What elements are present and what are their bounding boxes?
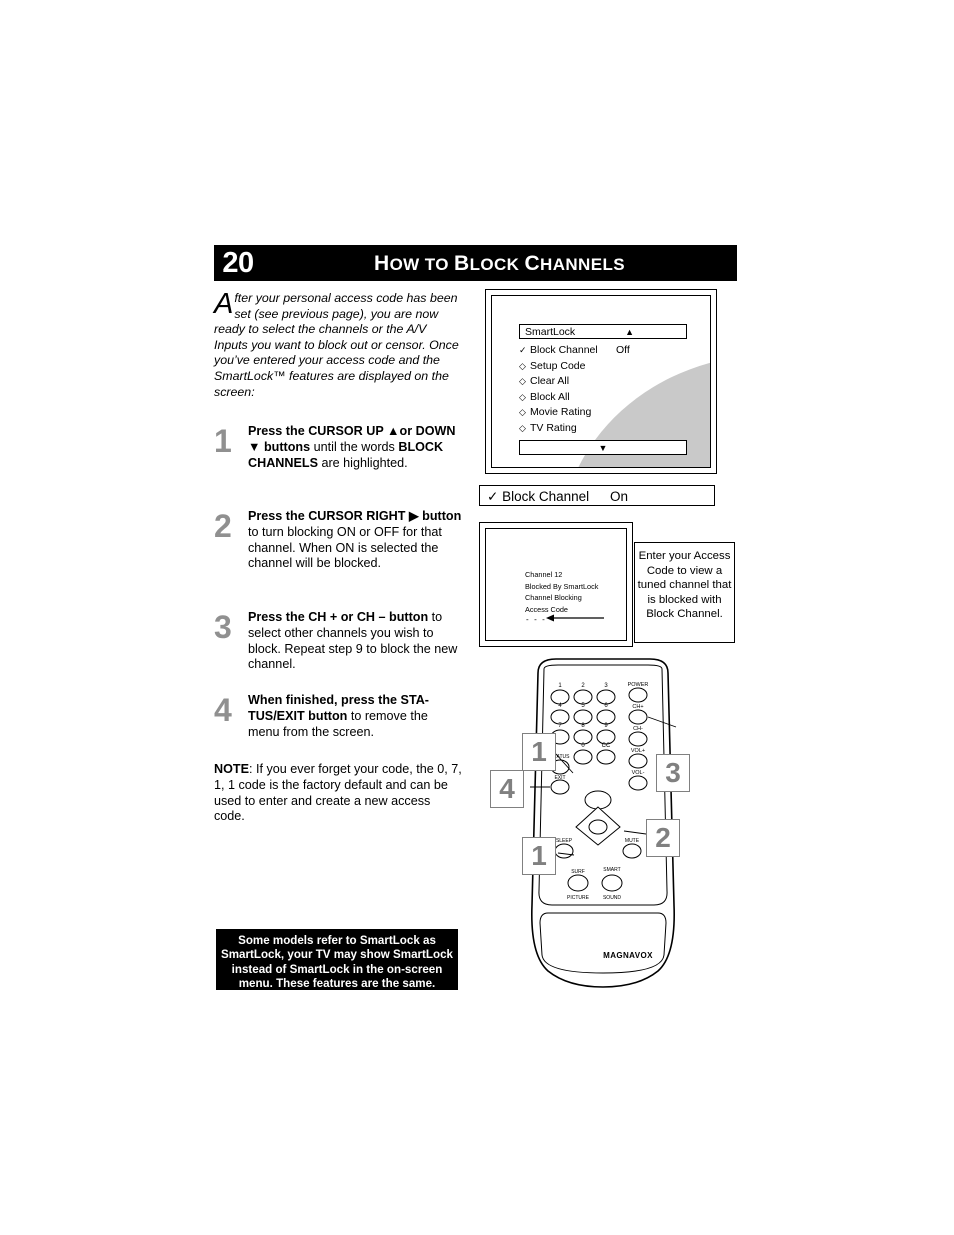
block-channel-label: Block Channel xyxy=(502,489,590,504)
osd-item-movie-rating[interactable]: ◇ Movie Rating xyxy=(519,405,699,421)
svg-text:PICTURE: PICTURE xyxy=(567,895,590,901)
svg-text:SMART: SMART xyxy=(603,867,620,873)
osd-menu-title-text: SmartLock xyxy=(525,326,576,338)
diamond-icon: ◇ xyxy=(519,407,526,417)
blocked-channel-inner-frame: Channel 12 Blocked By SmartLock Channel … xyxy=(485,528,627,641)
callout-marker-2: 2 xyxy=(646,819,680,857)
callout-instruction-box: Enter your Access Code to view a tuned c… xyxy=(634,542,735,643)
svg-text:VOL-: VOL- xyxy=(632,770,645,776)
diamond-icon: ◇ xyxy=(519,376,526,386)
svg-text:CC: CC xyxy=(602,743,611,749)
step-1-number: 1 xyxy=(214,423,232,459)
step-3-text: Press the CH + or CH – button to select … xyxy=(248,610,458,672)
osd-item-setup-code[interactable]: ◇ Setup Code xyxy=(519,359,699,375)
step-4-text: When finished, press the STA-TUS/EXIT bu… xyxy=(248,693,429,739)
svg-text:CH-: CH- xyxy=(633,726,643,732)
callout-marker-1a: 1 xyxy=(522,733,556,771)
osd-item-label: Block All xyxy=(530,390,570,403)
svg-text:CH+: CH+ xyxy=(632,704,643,710)
page-title: HOW TO BLOCK CHANNELS xyxy=(262,245,737,281)
remote-control-illustration: 123 456 789 0 CC POWER CH+ CH- VOL+ VOL- … xyxy=(478,655,778,995)
remote-brand-label: MAGNAVOX xyxy=(603,951,653,960)
intro-dropcap: A xyxy=(214,288,234,320)
svg-text:EXIT: EXIT xyxy=(554,775,565,781)
blocked-line-1: Channel 12 xyxy=(525,570,563,579)
callout-marker-4: 4 xyxy=(490,770,524,808)
check-icon: ✓ xyxy=(519,345,527,355)
osd-item-block-all[interactable]: ◇ Block All xyxy=(519,390,699,406)
svg-text:POWER: POWER xyxy=(628,682,649,688)
svg-text:SURF: SURF xyxy=(571,869,585,875)
step-3-number: 3 xyxy=(214,609,232,645)
osd-menu-inner-frame: SmartLock ▲ ✓ Block Channel Off ◇ Setup … xyxy=(491,295,711,468)
blocked-channel-message: Channel 12 Blocked By SmartLock Channel … xyxy=(525,569,598,615)
callout-marker-3: 3 xyxy=(656,754,690,792)
osd-menu-title: SmartLock ▲ xyxy=(519,324,687,339)
intro-text: fter your personal access code has been … xyxy=(214,291,459,399)
models-note-box: Some models refer to SmartLock as SmartL… xyxy=(216,929,458,990)
step-2: 2 Press the CURSOR RIGHT ▶ button to tur… xyxy=(214,509,462,572)
callout-marker-1b: 1 xyxy=(522,837,556,875)
diamond-icon: ◇ xyxy=(519,422,526,433)
chevron-down-icon: ▼ xyxy=(598,443,608,453)
scroll-down-bar[interactable]: ▼ xyxy=(519,440,687,455)
diamond-icon: ◇ xyxy=(519,360,526,371)
osd-item-label: Setup Code xyxy=(530,359,586,372)
osd-menu-list: ✓ Block Channel Off ◇ Setup Code ◇ Clear… xyxy=(519,343,699,436)
osd-item-tv-rating[interactable]: ◇ TV Rating xyxy=(519,421,699,437)
remote-control-svg: 123 456 789 0 CC POWER CH+ CH- VOL+ VOL- … xyxy=(530,658,677,988)
diamond-icon: ◇ xyxy=(519,391,526,402)
page-title-text: HOW TO BLOCK CHANNELS xyxy=(373,252,626,275)
step-4-number: 4 xyxy=(214,692,232,728)
osd-item-label: Block Channel xyxy=(530,344,598,356)
step-1: 1 Press the CURSOR UP ▲or DOWN ▼ buttons… xyxy=(214,424,462,471)
osd-item-label: Clear All xyxy=(530,375,570,387)
svg-text:MUTE: MUTE xyxy=(625,838,640,844)
pointer-arrow-icon xyxy=(546,614,604,622)
step-4: 4 When finished, press the STA-TUS/EXIT … xyxy=(214,693,462,740)
check-icon: ✓ xyxy=(487,489,499,504)
osd-item-label: Movie Rating xyxy=(530,406,592,418)
blocked-channel-screen: Channel 12 Blocked By SmartLock Channel … xyxy=(479,522,633,647)
blocked-line-2: Blocked By SmartLock xyxy=(525,581,599,591)
intro-paragraph: After your personal access code has been… xyxy=(214,288,462,400)
page-header-bar: 20 HOW TO BLOCK CHANNELS xyxy=(214,245,737,281)
page-number: 20 xyxy=(214,245,262,281)
osd-item-clear-all[interactable]: ◇ Clear All xyxy=(519,374,699,390)
step-3: 3 Press the CH + or CH – button to selec… xyxy=(214,610,462,673)
osd-item-label: TV Rating xyxy=(530,421,577,434)
svg-text:SLEEP: SLEEP xyxy=(556,838,573,844)
osd-item-block-channel[interactable]: ✓ Block Channel Off xyxy=(519,343,699,359)
svg-text:VOL+: VOL+ xyxy=(631,748,645,754)
osd-menu-screen: SmartLock ▲ ✓ Block Channel Off ◇ Setup … xyxy=(485,289,717,474)
step-2-text: Press the CURSOR RIGHT ▶ button to turn … xyxy=(248,509,462,571)
note-paragraph: NOTE: If you ever forget your code, the … xyxy=(214,762,462,824)
block-channel-status-bar: ✓ Block Channel On xyxy=(479,485,715,506)
blocked-line-3: Channel Blocking xyxy=(525,593,582,603)
step-1-text: Press the CURSOR UP ▲or DOWN ▼ buttons u… xyxy=(248,424,456,470)
block-channel-value: On xyxy=(610,489,629,504)
step-2-number: 2 xyxy=(214,508,232,544)
osd-item-value: Off xyxy=(616,344,630,356)
scroll-up-arrow-icon[interactable]: ▲ xyxy=(625,325,634,340)
svg-text:SOUND: SOUND xyxy=(603,895,621,901)
